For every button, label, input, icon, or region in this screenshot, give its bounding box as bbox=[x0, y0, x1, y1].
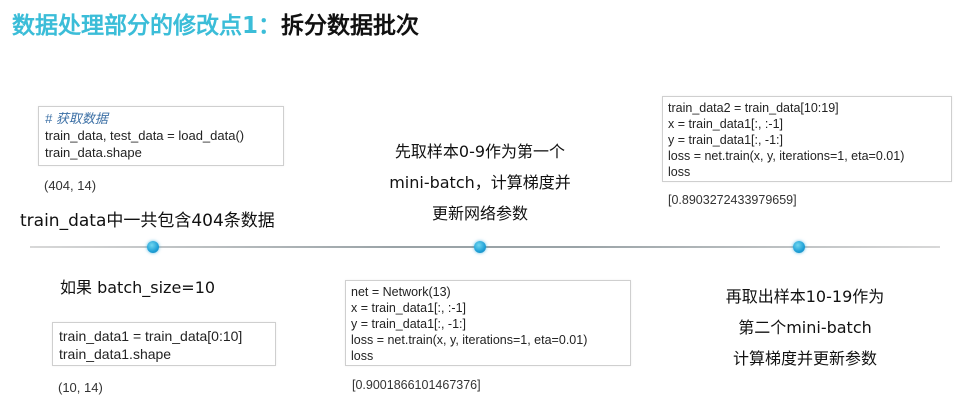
code-line: y = train_data1[:, -1:] bbox=[668, 133, 783, 147]
code-line: net = Network(13) bbox=[351, 285, 451, 299]
caption-line: 计算梯度并更新参数 bbox=[732, 349, 877, 368]
timeline-dot-1 bbox=[147, 241, 159, 253]
code-cell-train-second[interactable]: train_data2 = train_data[10:19] x = trai… bbox=[662, 96, 952, 182]
caption-line: mini-batch，计算梯度并 bbox=[389, 173, 571, 192]
code-line: loss = net.train(x, y, iterations=1, eta… bbox=[351, 333, 588, 347]
code-cell-first-batch[interactable]: train_data1 = train_data[0:10] train_dat… bbox=[52, 322, 276, 366]
caption-first-batch: 先取样本0-9作为第一个 mini-batch，计算梯度并 更新网络参数 bbox=[340, 136, 620, 229]
caption-batch-size: 如果 batch_size=10 bbox=[60, 278, 216, 297]
code-output-loss-2: [0.8903272433979659] bbox=[668, 193, 797, 207]
timeline-dot-2 bbox=[474, 241, 486, 253]
code-line: train_data1 = train_data[0:10] bbox=[59, 328, 243, 344]
caption-total-rows: train_data中一共包含404条数据 bbox=[20, 211, 275, 231]
caption-line: 第二个mini-batch bbox=[738, 318, 872, 337]
caption-line: 更新网络参数 bbox=[431, 204, 528, 223]
code-output-shape: (404, 14) bbox=[44, 178, 97, 193]
code-line: y = train_data1[:, -1:] bbox=[351, 317, 466, 331]
code-line: x = train_data1[:, :-1] bbox=[351, 301, 466, 315]
code-line: x = train_data1[:, :-1] bbox=[668, 117, 783, 131]
code-line: train_data2 = train_data[10:19] bbox=[668, 101, 839, 115]
caption-line: 再取出样本10-19作为 bbox=[725, 287, 885, 306]
code-output-batch-shape: (10, 14) bbox=[58, 380, 103, 395]
code-line: loss bbox=[351, 349, 374, 363]
code-line: train_data, test_data = load_data() bbox=[45, 128, 245, 143]
code-output-loss-1: [0.9001866101467376] bbox=[352, 378, 481, 392]
title-main: 拆分数据批次 bbox=[281, 13, 420, 39]
title-accent: 数据处理部分的修改点1： bbox=[12, 13, 282, 39]
code-cell-train-first[interactable]: net = Network(13) x = train_data1[:, :-1… bbox=[345, 280, 631, 366]
caption-line: 先取样本0-9作为第一个 bbox=[394, 142, 566, 161]
page-title: 数据处理部分的修改点1：拆分数据批次 bbox=[12, 6, 419, 40]
code-comment: # 获取数据 bbox=[45, 111, 108, 126]
code-line: train_data.shape bbox=[45, 145, 142, 160]
code-line: train_data1.shape bbox=[59, 346, 172, 362]
code-line: loss bbox=[668, 165, 691, 179]
code-cell-load-data[interactable]: # 获取数据 train_data, test_data = load_data… bbox=[38, 106, 284, 166]
caption-second-batch: 再取出样本10-19作为 第二个mini-batch 计算梯度并更新参数 bbox=[670, 281, 940, 374]
timeline-dot-3 bbox=[793, 241, 805, 253]
code-line: loss = net.train(x, y, iterations=1, eta… bbox=[668, 149, 905, 163]
